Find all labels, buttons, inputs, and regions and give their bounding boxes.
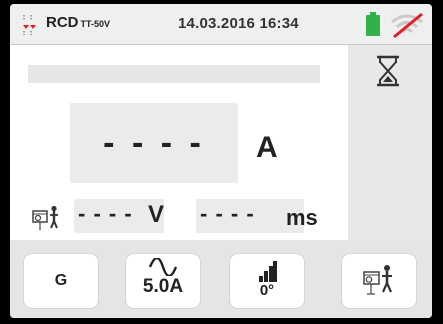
rcd-type-label: G — [54, 272, 68, 289]
voltage-unit: V — [148, 201, 165, 228]
ramp-icon — [259, 261, 277, 282]
status-column — [348, 45, 432, 240]
rated-current-label: 5.0A — [142, 276, 184, 297]
ac-sine-icon — [148, 258, 178, 276]
wifi-off-icon — [391, 12, 423, 38]
current-result-box: - - - - — [70, 103, 238, 183]
measurement-panel: - - - - A - - - - V - - - - ms — [10, 45, 348, 240]
phase-button[interactable]: 0° — [230, 254, 304, 308]
rated-current-button[interactable]: 5.0A — [126, 254, 200, 308]
function-title: RCD TT-50V — [46, 14, 110, 31]
display-area: RCD TT-50V 14.03.2016 16:34 - - - - A - … — [10, 4, 432, 318]
voltage-value: - - - - — [78, 201, 133, 226]
date-time: 14.03.2016 16:34 — [178, 15, 299, 32]
current-value: - - - - — [103, 124, 205, 162]
earth-probe-icon — [363, 265, 393, 295]
battery-icon — [366, 12, 380, 36]
softkey-bar: G 5.0A 0° — [10, 240, 432, 318]
current-unit: A — [256, 131, 278, 164]
rcd-icon — [23, 15, 36, 35]
progress-bar — [28, 65, 320, 83]
hourglass-icon — [377, 55, 399, 87]
phase-label: 0° — [259, 282, 275, 299]
function-subtitle: TT-50V — [80, 19, 111, 29]
status-bar: RCD TT-50V 14.03.2016 16:34 — [10, 4, 432, 45]
earth-probe-icon — [32, 205, 58, 230]
instrument-screen: RCD TT-50V 14.03.2016 16:34 - - - - A - … — [0, 0, 443, 324]
rcd-type-button[interactable]: G — [24, 254, 98, 308]
function-name: RCD — [46, 14, 79, 31]
earth-probe-button[interactable] — [342, 254, 416, 308]
time-unit: ms — [286, 205, 318, 230]
time-value: - - - - — [200, 201, 255, 226]
